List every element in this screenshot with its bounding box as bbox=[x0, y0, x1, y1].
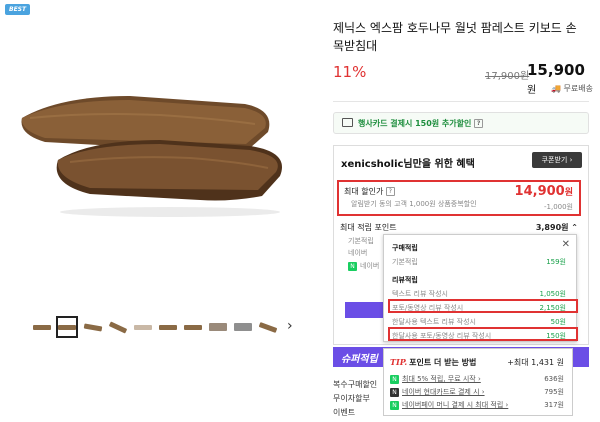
max-discount-label: 최대 할인가 ? bbox=[344, 186, 395, 197]
text-review-value: 1,050원 bbox=[539, 290, 566, 298]
tip-row-label: N 네이버 현대카드로 결제 시 › bbox=[390, 387, 485, 397]
popup-review-heading: 리뷰적립 bbox=[392, 275, 566, 285]
max-discount-box: 최대 할인가 ? 알림받기 동의 고객 1,000원 상품중복할인 14,900… bbox=[337, 180, 581, 216]
tip-row[interactable]: N 네이버 현대카드로 결제 시 › 795원 bbox=[390, 387, 564, 397]
thumbnail[interactable] bbox=[232, 316, 254, 338]
month-text-label: 한달사용 텍스트 리뷰 작성시 bbox=[392, 318, 476, 326]
thumbnail[interactable] bbox=[182, 316, 204, 338]
naver-n-icon: N bbox=[348, 262, 357, 271]
sub-row-basic: 기본적립 bbox=[348, 237, 374, 245]
naver-pay-icon: N bbox=[390, 401, 399, 410]
tip-popup: TIP. 포인트 더 받는 방법 +최대 1,431 원 N 최대 5% 적립, 무… bbox=[383, 348, 573, 416]
help-icon[interactable]: ? bbox=[385, 187, 395, 196]
tip-max-value: +최대 1,431 원 bbox=[507, 358, 564, 367]
max-discount-sub: 알림받기 동의 고객 1,000원 상품중복할인 bbox=[351, 200, 477, 208]
discount-rate: 11% bbox=[333, 63, 367, 81]
chevron-right-icon[interactable]: › bbox=[287, 318, 293, 334]
divider bbox=[333, 101, 589, 102]
shipping-info: 🚚 무료배송 bbox=[551, 83, 593, 94]
sub-row-naver-2-label: 네이버 bbox=[360, 262, 380, 270]
sale-price-value: 15,900 bbox=[527, 61, 585, 79]
coupon-button[interactable]: 쿠폰받기 › bbox=[532, 152, 582, 168]
thumbnail[interactable] bbox=[207, 316, 229, 338]
tip-row-0-label: 최대 5% 적립, 무료 시작 › bbox=[402, 375, 481, 383]
basic-value: 159원 bbox=[546, 258, 566, 266]
original-price: 17,900원 bbox=[485, 71, 530, 82]
points-label: 최대 적립 포인트 bbox=[340, 223, 397, 232]
max-discount-unit: 원 bbox=[564, 188, 573, 198]
popup-text-review-row: 텍스트 리뷰 작성시 1,050원 bbox=[392, 289, 566, 299]
thumbnail[interactable] bbox=[132, 316, 154, 338]
tip-row[interactable]: N 네이버페이 머니 결제 시 최대 적립 › 317원 bbox=[390, 400, 564, 410]
month-photo-value: 150원 bbox=[546, 332, 566, 340]
max-discount-sub-value: -1,000원 bbox=[543, 203, 573, 211]
best-badge: BEST bbox=[5, 4, 31, 15]
card-promo-label: 행사카드 결제시 150원 추가할인 bbox=[358, 119, 472, 128]
thumbnail-strip bbox=[0, 316, 300, 342]
max-discount-label-text: 최대 할인가 bbox=[344, 187, 384, 196]
points-popup: ✕ 구매적립 기본적립 159원 리뷰적립 텍스트 리뷰 작성시 1,050원 포토… bbox=[383, 234, 578, 342]
popup-month-text-row: 한달사용 텍스트 리뷰 작성시 50원 bbox=[392, 317, 566, 327]
tip-row-label: N 네이버페이 머니 결제 시 최대 적립 › bbox=[390, 400, 508, 410]
popup-month-photo-row: 한달사용 포토/동영상 리뷰 작성시 150원 bbox=[392, 331, 566, 341]
basic-label: 기본적립 bbox=[392, 258, 418, 266]
month-photo-label: 한달사용 포토/동영상 리뷰 작성시 bbox=[392, 332, 492, 340]
max-discount-value: 14,900원 bbox=[515, 184, 573, 199]
popup-photo-review-row: 포토/동영상 리뷰 작성시 2,150원 bbox=[392, 303, 566, 313]
truck-icon: 🚚 bbox=[551, 84, 564, 93]
tip-row-2-label: 네이버페이 머니 결제 시 최대 적립 › bbox=[402, 401, 509, 409]
card-promo-banner[interactable]: 행사카드 결제시 150원 추가할인 ? bbox=[333, 112, 589, 134]
event-label: 이벤트 bbox=[333, 408, 356, 417]
tip-word: TIP. bbox=[390, 357, 408, 367]
interest-free-label: 무이자할부 bbox=[333, 394, 370, 403]
photo-review-label: 포토/동영상 리뷰 작성시 bbox=[392, 304, 464, 312]
card-icon: N bbox=[390, 388, 399, 397]
tip-row-2-value: 317원 bbox=[544, 401, 564, 409]
month-text-value: 50원 bbox=[550, 318, 566, 326]
sub-row-naver-label: 네이버 bbox=[348, 249, 368, 257]
naver-plus-icon: N bbox=[390, 375, 399, 384]
thumbnail[interactable] bbox=[157, 316, 179, 338]
thumbnail[interactable] bbox=[31, 316, 53, 338]
max-discount-number: 14,900 bbox=[514, 184, 565, 199]
multi-buy-discount-label: 복수구매할인 bbox=[333, 380, 378, 389]
popup-purchase-heading: 구매적립 bbox=[392, 243, 566, 253]
sale-price-unit: 원 bbox=[527, 85, 537, 96]
main-product-image[interactable]: BEST bbox=[0, 0, 300, 310]
tip-row[interactable]: N 최대 5% 적립, 무료 시작 › 636원 bbox=[390, 374, 564, 384]
text-review-label: 텍스트 리뷰 작성시 bbox=[392, 290, 448, 298]
tip-row-1-value: 795원 bbox=[544, 388, 564, 396]
sub-row-naver[interactable]: 네이버 bbox=[348, 248, 367, 258]
super-points-label: 슈퍼적립 bbox=[341, 354, 378, 365]
walnut-palm-rest-illustration bbox=[21, 96, 282, 217]
review-heading-text: 리뷰적립 bbox=[392, 276, 418, 284]
popup-basic-row: 기본적립 159원 bbox=[392, 257, 566, 267]
photo-review-value: 2,150원 bbox=[539, 304, 566, 312]
tip-heading: TIP. 포인트 더 받는 방법 bbox=[390, 357, 476, 368]
sub-row-naver-2[interactable]: N 네이버 bbox=[348, 261, 379, 271]
thumbnail[interactable] bbox=[107, 316, 129, 338]
shipping-label: 무료배송 bbox=[563, 84, 593, 93]
help-icon[interactable]: ? bbox=[474, 119, 484, 128]
points-value: 3,890원 ⌃ bbox=[535, 223, 578, 232]
tip-row-label: N 최대 5% 적립, 무료 시작 › bbox=[390, 374, 481, 384]
product-title: 제닉스 엑스팜 호두나무 월넛 팜레스트 키보드 손목받침대 bbox=[333, 21, 577, 53]
benefit-heading: xenicsholic님만을 위한 혜택 bbox=[341, 159, 475, 170]
tip-heading-text: 포인트 더 받는 방법 bbox=[409, 358, 477, 367]
tip-row-1-label: 네이버 현대카드로 결제 시 › bbox=[402, 388, 485, 396]
purchase-heading-text: 구매적립 bbox=[392, 244, 418, 252]
thumbnail[interactable] bbox=[82, 316, 104, 338]
credit-card-icon bbox=[342, 118, 353, 127]
thumbnail[interactable] bbox=[257, 316, 279, 338]
thumbnail-selected[interactable] bbox=[56, 316, 78, 338]
card-promo-text: 행사카드 결제시 150원 추가할인 ? bbox=[358, 118, 484, 129]
points-value-text: 3,890원 bbox=[535, 223, 569, 232]
tip-row-0-value: 636원 bbox=[544, 375, 564, 383]
